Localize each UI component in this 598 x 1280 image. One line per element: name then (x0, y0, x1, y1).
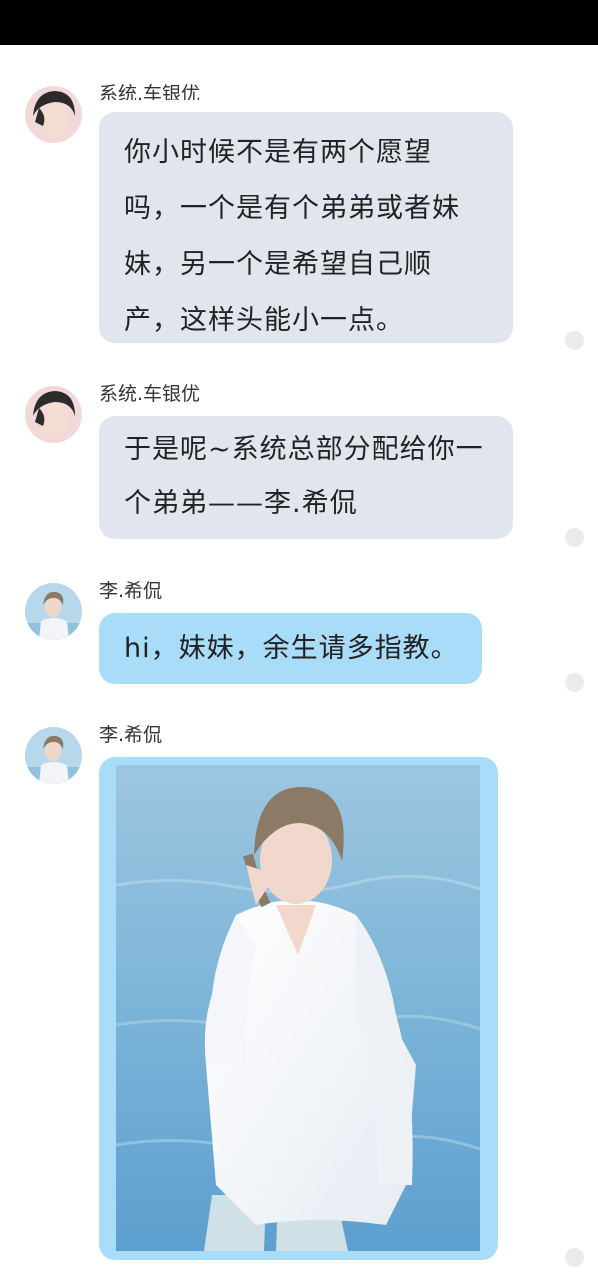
message-text-line: 你小时候不是有两个愿望 (124, 137, 432, 168)
message-text-line: 个弟弟——李.希侃 (124, 488, 358, 519)
message-text-line: hi，妹妹，余生请多指教。 (124, 633, 459, 664)
message-item: 系统.车银优 你小时候不是有两个愿望 吗，一个是有个弟弟或者妹 妹，另一个是希望… (0, 45, 598, 355)
message-item: 系统.车银优 于是呢~系统总部分配给你一 个弟弟——李.希侃 (0, 380, 598, 555)
avatar[interactable] (25, 583, 82, 640)
sender-name: 系统.车银优 (99, 383, 201, 405)
sender-name: 李.希侃 (99, 580, 163, 602)
message-item: 李.希侃 hi，妹妹，余生请多指教。 (0, 577, 598, 697)
message-bubble[interactable]: 于是呢~系统总部分配给你一 个弟弟——李.希侃 (99, 416, 513, 539)
avatar[interactable] (25, 86, 82, 143)
message-text-line: 产，这样头能小一点。 (124, 305, 404, 336)
message-text-line: 于是呢~系统总部分配给你一 (124, 434, 484, 465)
status-bar (0, 0, 598, 45)
message-text-line: 吗，一个是有个弟弟或者妹 (124, 193, 460, 224)
shared-photo[interactable] (116, 765, 480, 1251)
read-status-dot (565, 1248, 584, 1267)
sender-name: 系统.车银优 (99, 83, 201, 100)
read-status-dot (565, 528, 584, 547)
avatar[interactable] (25, 727, 82, 784)
read-status-dot (565, 673, 584, 692)
sender-name: 李.希侃 (99, 724, 163, 746)
message-bubble[interactable]: 你小时候不是有两个愿望 吗，一个是有个弟弟或者妹 妹，另一个是希望自己顺 产，这… (99, 112, 513, 343)
chat-area[interactable]: 系统.车银优 你小时候不是有两个愿望 吗，一个是有个弟弟或者妹 妹，另一个是希望… (0, 45, 598, 1280)
message-bubble[interactable]: hi，妹妹，余生请多指教。 (99, 613, 482, 684)
message-item: 李.希侃 (0, 721, 598, 1280)
avatar[interactable] (25, 386, 82, 443)
message-text-line: 妹，另一个是希望自己顺 (124, 249, 432, 280)
image-message-bubble[interactable] (99, 757, 498, 1260)
read-status-dot (565, 331, 584, 350)
